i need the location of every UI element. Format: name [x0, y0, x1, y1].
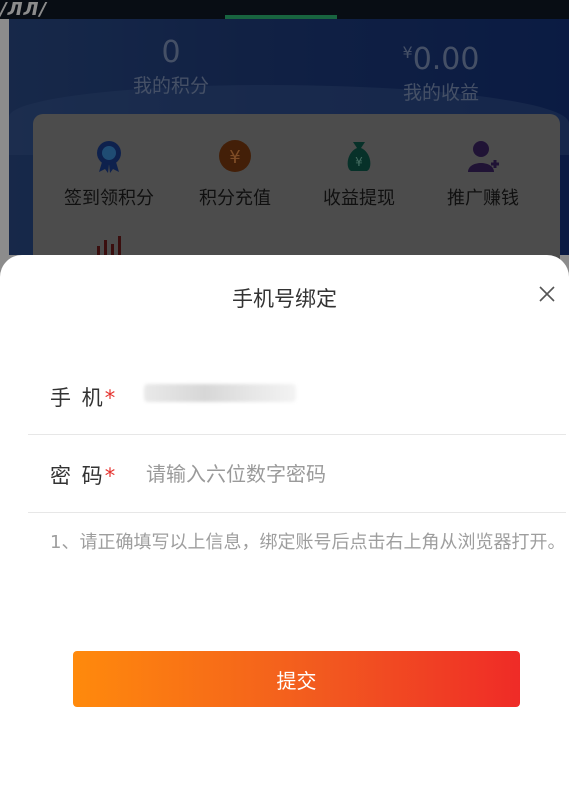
- dialog-title: 手机号绑定: [232, 287, 337, 311]
- bind-tip: 1、请正确填写以上信息，绑定账号后点击右上角从浏览器打开。: [50, 532, 566, 553]
- required-mark: *: [104, 464, 118, 488]
- required-mark: *: [104, 386, 118, 410]
- password-input[interactable]: [144, 456, 548, 492]
- submit-button[interactable]: 提交: [73, 651, 520, 707]
- phone-label: 手 机*: [50, 386, 118, 410]
- bind-phone-dialog: 手机号绑定 手 机* 密 码* 1、请正确填写以上信息，绑定账号后点击右上角从浏…: [0, 255, 569, 787]
- phone-value-redacted[interactable]: [144, 384, 296, 402]
- password-row: 密 码*: [28, 434, 566, 513]
- phone-row: 手 机*: [28, 356, 566, 435]
- close-icon[interactable]: [536, 283, 558, 305]
- password-label: 密 码*: [50, 464, 118, 488]
